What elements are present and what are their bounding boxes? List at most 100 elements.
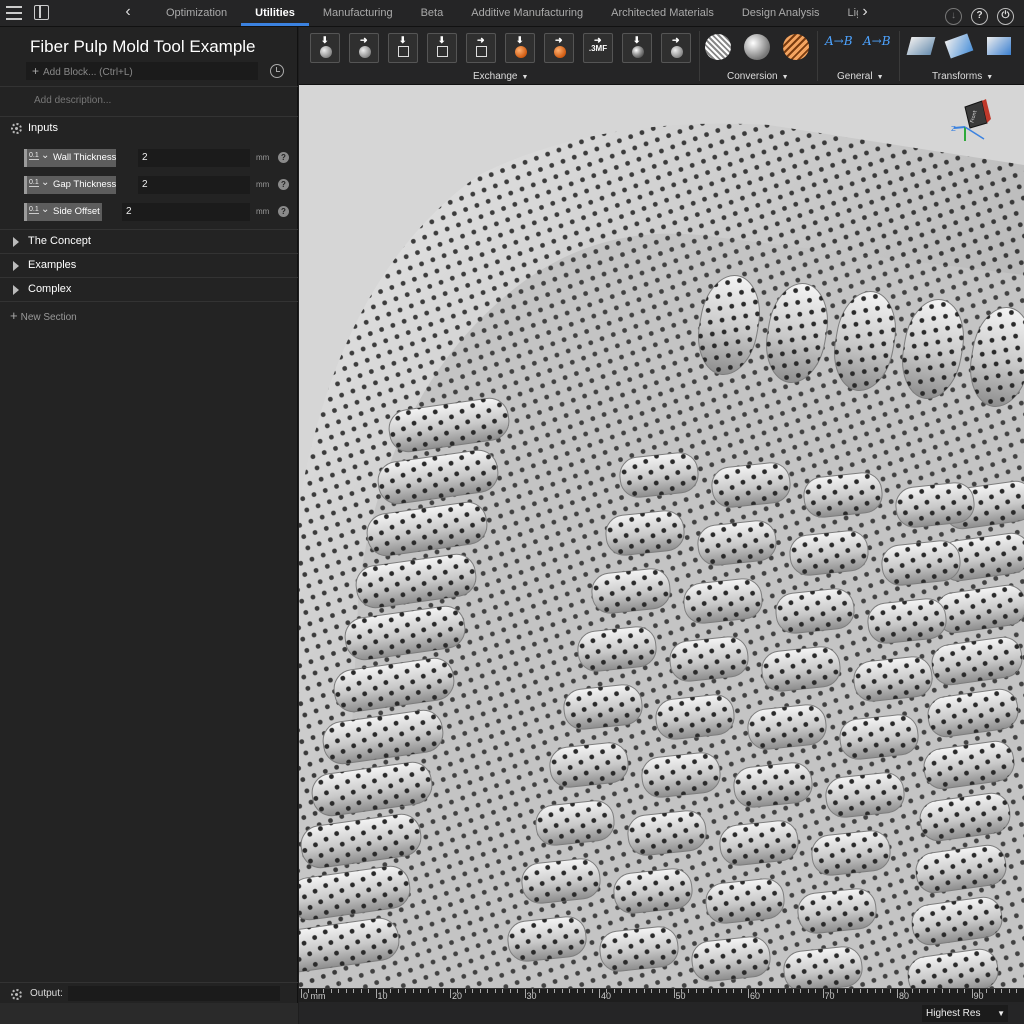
group-transforms[interactable]: Transforms ▼ <box>932 71 993 82</box>
description-field[interactable]: Add description... <box>34 95 111 106</box>
group-conversion-label: Conversion <box>727 71 778 82</box>
right-arrow-icon: ➜ <box>360 35 368 45</box>
tab-lightweighting[interactable]: Lightweighting <box>834 0 858 27</box>
ruler-minor-tick <box>539 989 541 993</box>
tab-architected-materials[interactable]: Architected Materials <box>597 0 728 27</box>
import-step-button[interactable]: ⬇ <box>427 33 457 63</box>
ruler-minor-tick <box>584 989 586 993</box>
value-field[interactable]: 2 <box>138 149 250 167</box>
variable-tag[interactable]: 0.1 ⌄ Wall Thickness <box>24 149 116 167</box>
ruler-minor-tick <box>889 989 891 993</box>
lattice-sphere-icon <box>554 46 566 58</box>
project-title[interactable]: Fiber Pulp Mold Tool Example <box>30 37 256 57</box>
output-field[interactable] <box>68 986 280 1001</box>
ruler-minor-tick <box>986 989 988 993</box>
gear-icon <box>11 989 22 1000</box>
tab-beta[interactable]: Beta <box>407 0 458 27</box>
expand-arrow-icon <box>13 285 19 295</box>
implicit-to-mesh-icon[interactable] <box>744 34 770 60</box>
tab-additive-manufacturing[interactable]: Additive Manufacturing <box>457 0 597 27</box>
variable-tag[interactable]: 0.1 ⌄ Side Offset <box>24 203 102 221</box>
rename-variable-icon[interactable]: A→B <box>825 34 853 48</box>
ruler-major-tick <box>375 989 377 998</box>
menu-icon[interactable] <box>6 6 22 20</box>
resolution-select[interactable]: Highest Res ▼ <box>922 1005 1008 1022</box>
ruler-minor-tick <box>330 989 332 993</box>
implicit-sphere-icon <box>671 46 683 58</box>
import-implicit-button[interactable]: ⬇ <box>622 33 652 63</box>
export-mesh-button[interactable]: ➜ <box>349 33 379 63</box>
ruler-minor-tick <box>919 989 921 993</box>
export-cad-button[interactable]: ➜ <box>466 33 496 63</box>
help-icon[interactable]: ? <box>278 152 289 163</box>
tab-manufacturing[interactable]: Manufacturing <box>309 0 407 27</box>
implicit-sphere-icon <box>632 46 644 58</box>
help-icon[interactable]: ? <box>278 179 289 190</box>
lattice-convert-icon[interactable] <box>783 34 809 60</box>
ruler-minor-tick <box>800 989 802 993</box>
import-mesh-button[interactable]: ⬇ <box>310 33 340 63</box>
down-arrow-icon: ⬇ <box>321 35 329 45</box>
section-the-concept[interactable]: The Concept <box>0 230 298 254</box>
ruler-major-tick <box>673 989 675 998</box>
mold-model-render[interactable] <box>299 85 1024 988</box>
help-icon[interactable]: ? <box>971 8 988 25</box>
ruler-major-tick <box>450 989 451 998</box>
move-transform-icon[interactable] <box>906 37 936 55</box>
branch-variable-icon[interactable]: A→B <box>863 34 891 48</box>
ruler-minor-tick <box>345 989 347 993</box>
3d-viewport[interactable]: Front Z <box>299 85 1024 988</box>
tab-design-analysis[interactable]: Design Analysis <box>728 0 834 27</box>
variable-name: Gap Thickness <box>53 179 117 190</box>
new-section-button[interactable]: + New Section <box>10 308 77 323</box>
power-icon[interactable]: ⏻ <box>997 8 1014 25</box>
group-general[interactable]: General ▼ <box>837 71 884 82</box>
ruler-minor-tick <box>695 989 697 993</box>
mesh-to-implicit-icon[interactable] <box>705 34 731 60</box>
tabs-scroll-right-icon[interactable]: › <box>857 3 873 21</box>
ruler-minor-tick <box>487 989 489 993</box>
gear-icon <box>11 123 22 134</box>
ruler-minor-tick <box>666 989 668 993</box>
scale-transform-icon[interactable] <box>987 37 1011 55</box>
value-field[interactable]: 2 <box>122 203 250 221</box>
import-lattice-button[interactable]: ⬇ <box>505 33 535 63</box>
down-arrow-icon: ⬇ <box>438 35 446 45</box>
section-inputs[interactable]: Inputs <box>0 117 298 141</box>
ruler-minor-tick <box>740 989 742 993</box>
tab-optimization[interactable]: Optimization <box>152 0 241 27</box>
ruler-minor-tick <box>591 989 593 993</box>
export-implicit-button[interactable]: ➜ <box>661 33 691 63</box>
output-row: Output: <box>0 982 298 1002</box>
export-3mf-button[interactable]: ➜ .3MF <box>583 33 613 63</box>
tabs-scroll-left-icon[interactable]: ‹ <box>120 3 136 21</box>
down-arrow-icon: ⬇ <box>633 35 641 45</box>
download-icon[interactable]: ↓ <box>945 8 962 25</box>
chevron-down-icon: ▼ <box>997 1009 1005 1018</box>
value-field[interactable]: 2 <box>138 176 250 194</box>
number-type-icon: 0.1 <box>29 152 39 160</box>
expand-arrow-icon <box>13 237 19 247</box>
group-conversion[interactable]: Conversion ▼ <box>727 71 789 82</box>
import-cad-button[interactable]: ⬇ <box>388 33 418 63</box>
ruler-minor-tick <box>688 989 690 993</box>
cube-icon <box>398 46 409 57</box>
ruler-minor-tick <box>576 989 578 993</box>
tab-utilities[interactable]: Utilities <box>241 0 309 27</box>
ruler-minor-tick <box>368 989 370 993</box>
add-block-input[interactable]: + Add Block... (Ctrl+L) <box>26 62 258 80</box>
section-complex[interactable]: Complex <box>0 278 298 302</box>
new-section-label: New Section <box>20 312 77 323</box>
variable-tag[interactable]: 0.1 ⌄ Gap Thickness <box>24 176 116 194</box>
rotate-transform-icon[interactable] <box>944 33 974 59</box>
ruler-minor-tick <box>323 989 325 993</box>
export-lattice-button[interactable]: ➜ <box>544 33 574 63</box>
help-icon[interactable]: ? <box>278 206 289 217</box>
ruler-minor-tick <box>457 989 459 993</box>
group-exchange[interactable]: Exchange ▼ <box>473 71 528 82</box>
view-cube[interactable]: Front Z <box>950 97 1000 147</box>
panel-toggle-icon[interactable] <box>34 5 49 20</box>
section-examples[interactable]: Examples <box>0 254 298 278</box>
ruler-minor-tick <box>509 989 511 993</box>
history-icon[interactable] <box>270 64 284 78</box>
